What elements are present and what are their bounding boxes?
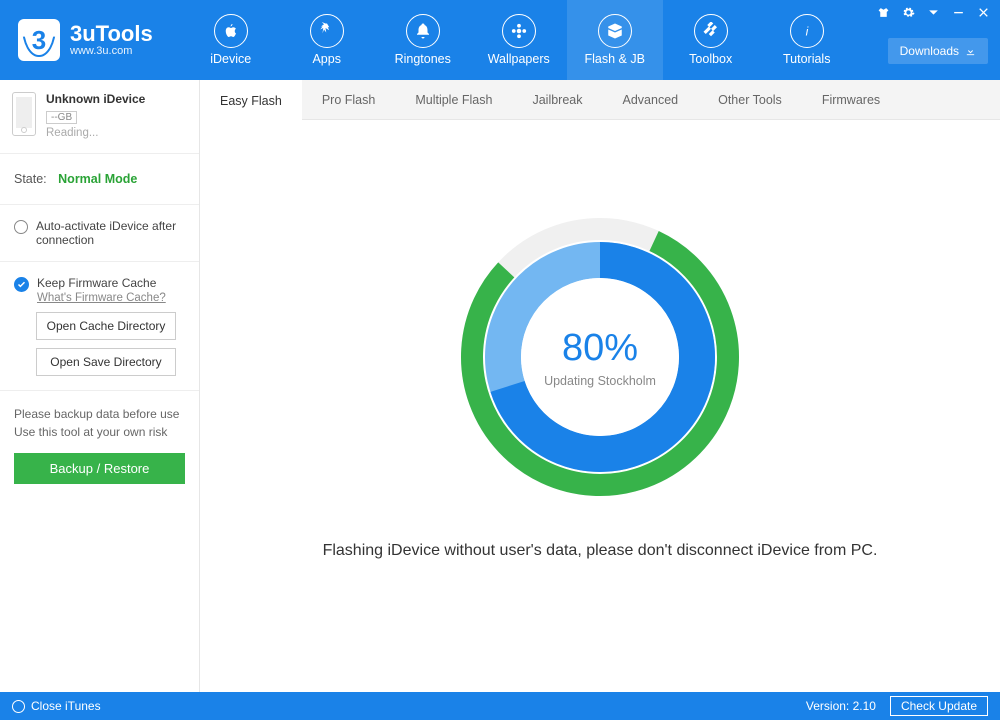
- logo-icon: 3: [18, 19, 60, 61]
- gear-icon[interactable]: [902, 6, 915, 19]
- close-itunes-button[interactable]: Close iTunes: [12, 699, 101, 713]
- device-name: Unknown iDevice: [46, 92, 145, 106]
- flash-message: Flashing iDevice without user's data, pl…: [323, 542, 878, 560]
- keep-cache-label: Keep Firmware Cache: [37, 276, 166, 290]
- nav-ringtones[interactable]: Ringtones: [375, 0, 471, 80]
- circle-icon: [12, 700, 25, 713]
- main-panel: Easy Flash Pro Flash Multiple Flash Jail…: [200, 80, 1000, 692]
- device-reading: Reading...: [46, 127, 145, 139]
- tab-multiple-flash[interactable]: Multiple Flash: [395, 80, 512, 119]
- nav-apps[interactable]: Apps: [279, 0, 375, 80]
- tab-other-tools[interactable]: Other Tools: [698, 80, 802, 119]
- progress-percent: 80%: [562, 327, 638, 370]
- cache-block: Keep Firmware Cache What's Firmware Cach…: [0, 262, 199, 391]
- nav-toolbox[interactable]: Toolbox: [663, 0, 759, 80]
- apps-icon: [310, 14, 344, 48]
- device-icon: [12, 92, 36, 136]
- footer-bar: Close iTunes Version: 2.10 Check Update: [0, 692, 1000, 720]
- progress-ring: 80% Updating Stockholm: [455, 212, 745, 502]
- box-icon: [598, 14, 632, 48]
- nav-label: Flash & JB: [585, 52, 645, 66]
- sub-tabs: Easy Flash Pro Flash Multiple Flash Jail…: [200, 80, 1000, 120]
- bell-icon: [406, 14, 440, 48]
- flash-content: 80% Updating Stockholm Flashing iDevice …: [200, 120, 1000, 692]
- main-nav: iDevice Apps Ringtones Wallpapers Flash …: [183, 0, 855, 80]
- nav-idevice[interactable]: iDevice: [183, 0, 279, 80]
- warning-block: Please backup data before use Use this t…: [0, 391, 199, 498]
- check-update-button[interactable]: Check Update: [890, 696, 988, 716]
- app-header: 3 3uTools www.3u.com iDevice Apps Ringto…: [0, 0, 1000, 80]
- device-capacity: --GB: [46, 111, 77, 124]
- version-label: Version: 2.10: [806, 699, 876, 713]
- flower-icon: [502, 14, 536, 48]
- nav-label: iDevice: [210, 52, 251, 66]
- keep-cache-option[interactable]: Keep Firmware Cache What's Firmware Cach…: [14, 276, 185, 304]
- progress-status: Updating Stockholm: [544, 374, 656, 388]
- dropdown-icon[interactable]: [927, 6, 940, 19]
- nav-flash-jb[interactable]: Flash & JB: [567, 0, 663, 80]
- nav-label: Ringtones: [395, 52, 451, 66]
- radio-unchecked-icon: [14, 220, 28, 234]
- window-controls: [877, 6, 990, 19]
- apple-icon: [214, 14, 248, 48]
- app-logo: 3 3uTools www.3u.com: [18, 19, 153, 61]
- nav-wallpapers[interactable]: Wallpapers: [471, 0, 567, 80]
- tab-easy-flash[interactable]: Easy Flash: [200, 80, 302, 120]
- warn-line1: Please backup data before use: [14, 405, 185, 423]
- info-icon: i: [790, 14, 824, 48]
- nav-label: Wallpapers: [488, 52, 550, 66]
- backup-restore-button[interactable]: Backup / Restore: [14, 453, 185, 484]
- nav-label: Tutorials: [783, 52, 830, 66]
- sidebar: Unknown iDevice --GB Reading... State: N…: [0, 80, 200, 692]
- tab-firmwares[interactable]: Firmwares: [802, 80, 900, 119]
- device-block: Unknown iDevice --GB Reading...: [0, 80, 199, 154]
- nav-label: Toolbox: [689, 52, 732, 66]
- downloads-label: Downloads: [900, 44, 959, 58]
- downloads-button[interactable]: Downloads: [888, 38, 988, 64]
- check-checked-icon: [14, 277, 29, 292]
- tab-advanced[interactable]: Advanced: [603, 80, 699, 119]
- tshirt-icon[interactable]: [877, 6, 890, 19]
- minimize-icon[interactable]: [952, 6, 965, 19]
- app-subtitle: www.3u.com: [70, 45, 153, 57]
- auto-activate-label: Auto-activate iDevice after connection: [36, 219, 185, 247]
- close-icon[interactable]: [977, 6, 990, 19]
- tools-icon: [694, 14, 728, 48]
- open-save-button[interactable]: Open Save Directory: [36, 348, 176, 376]
- open-cache-button[interactable]: Open Cache Directory: [36, 312, 176, 340]
- app-title: 3uTools: [70, 23, 153, 45]
- state-value: Normal Mode: [58, 172, 137, 186]
- close-itunes-label: Close iTunes: [31, 699, 101, 713]
- cache-help-link[interactable]: What's Firmware Cache?: [37, 292, 166, 304]
- auto-activate-option[interactable]: Auto-activate iDevice after connection: [14, 219, 185, 247]
- state-label: State:: [14, 172, 47, 186]
- download-icon: [965, 46, 976, 57]
- tab-jailbreak[interactable]: Jailbreak: [512, 80, 602, 119]
- state-block: State: Normal Mode: [0, 154, 199, 205]
- tab-pro-flash[interactable]: Pro Flash: [302, 80, 396, 119]
- svg-text:i: i: [805, 25, 808, 39]
- nav-label: Apps: [312, 52, 341, 66]
- warn-line2: Use this tool at your own risk: [14, 423, 185, 441]
- auto-activate-block: Auto-activate iDevice after connection: [0, 205, 199, 262]
- nav-tutorials[interactable]: i Tutorials: [759, 0, 855, 80]
